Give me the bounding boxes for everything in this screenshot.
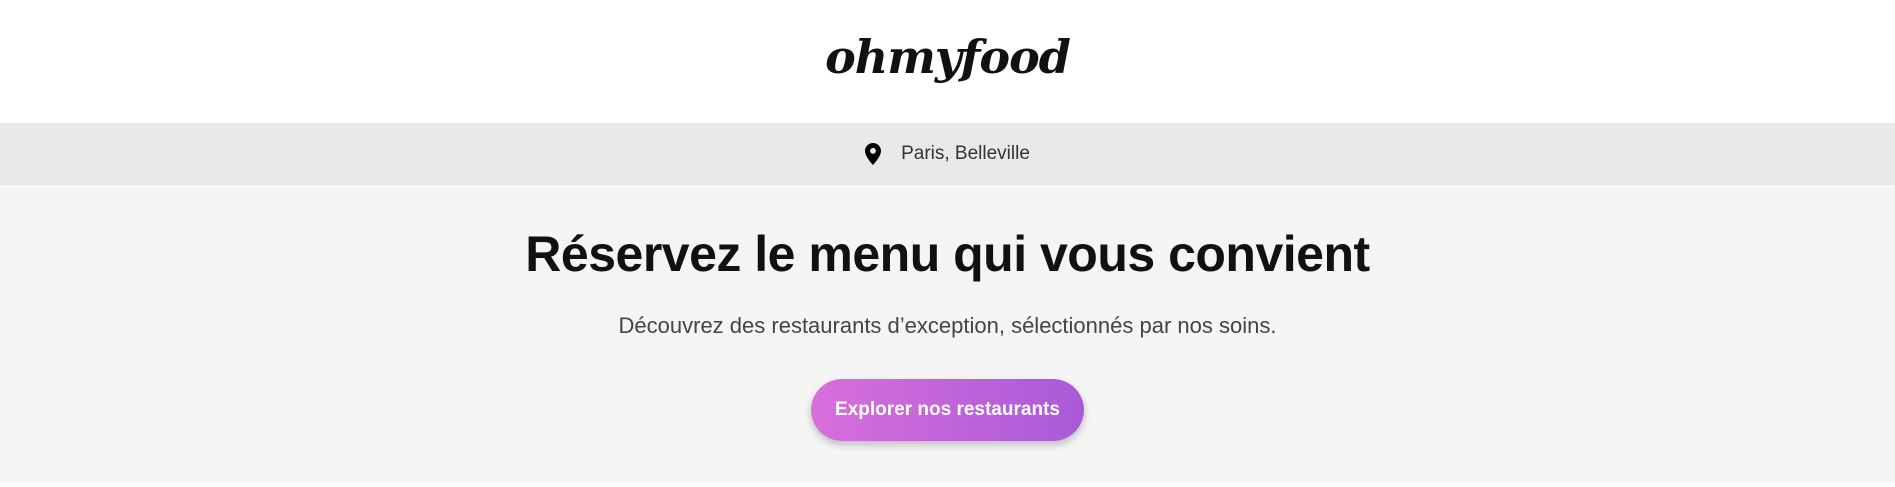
hero-subtitle: Découvrez des restaurants d’exception, s… [618, 313, 1277, 338]
ohmyfood-logo[interactable]: ohmyfood [825, 30, 1071, 94]
hero-title: Réservez le menu qui vous convient [525, 226, 1370, 282]
explore-restaurants-button[interactable]: Explorer nos restaurants [811, 379, 1084, 441]
location-bar: Paris, Belleville [0, 123, 1895, 185]
page-bottom-divider [0, 483, 1895, 487]
map-pin-icon [865, 143, 882, 165]
site-header: ohmyfood [0, 0, 1895, 123]
location-indicator[interactable]: Paris, Belleville [865, 143, 1030, 165]
hero-section: Réservez le menu qui vous convient Décou… [0, 185, 1895, 483]
location-label: Paris, Belleville [901, 143, 1030, 164]
